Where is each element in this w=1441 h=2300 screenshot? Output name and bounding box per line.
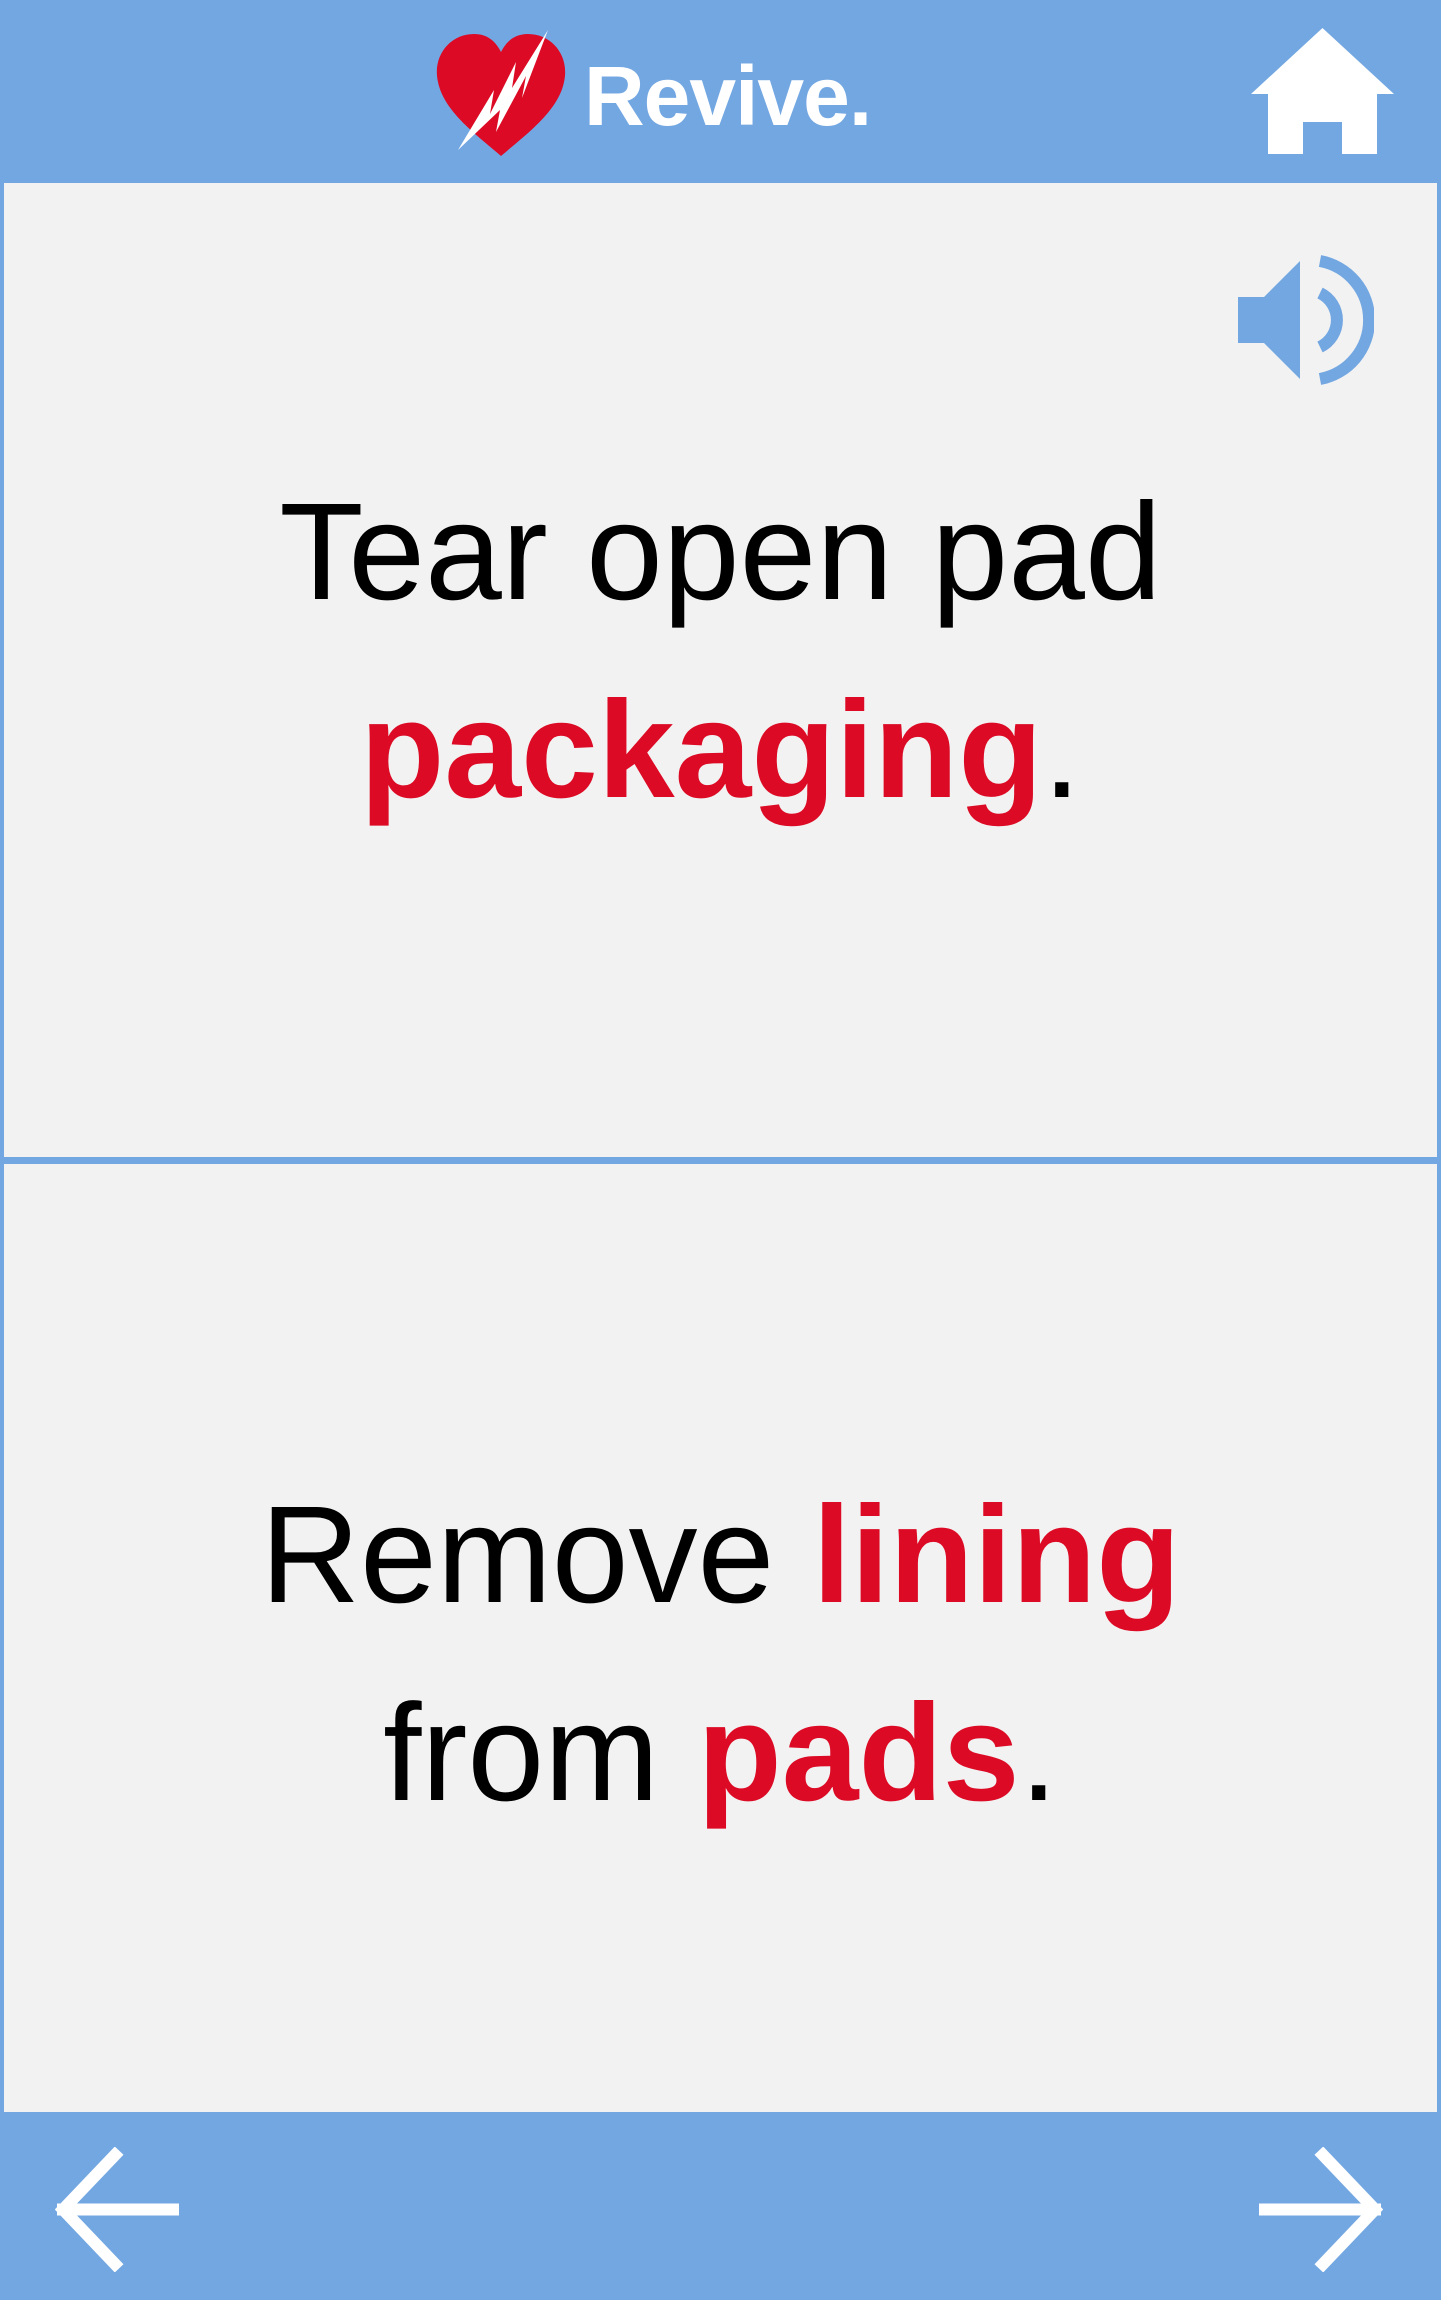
highlight-word: packaging [360,673,1043,827]
instruction-line: Remove lining [4,1456,1437,1654]
instruction-panel-2: Remove lining from pads. [4,1164,1437,2112]
audio-button[interactable] [1234,253,1374,387]
arrow-left-icon [55,2147,179,2272]
nav-footer [0,2112,1441,2300]
arrow-right-icon [1259,2147,1383,2272]
instruction-panel-1: Tear open pad packaging. [4,183,1437,1157]
speaker-icon [1238,255,1374,385]
instruction-word: Remove [260,1478,813,1632]
home-icon [1251,28,1394,154]
heart-lightning-icon [436,30,566,156]
punctuation: . [1042,673,1081,827]
punctuation: . [1019,1676,1058,1830]
instruction-text-1: Tear open pad packaging. [4,453,1437,849]
back-button[interactable] [55,2147,180,2272]
instruction-text-2: Remove lining from pads. [4,1456,1437,1852]
instruction-line: from pads. [4,1654,1437,1852]
app-header: Revive. [0,0,1441,183]
app-name: Revive. [584,48,872,143]
highlight-word: pads [697,1676,1020,1830]
instruction-line: Tear open pad [279,475,1162,629]
instruction-word: from [383,1676,698,1830]
home-button[interactable] [1245,22,1400,160]
app-logo: Revive. [430,28,872,163]
instruction-line: packaging. [4,651,1437,849]
highlight-word: lining [812,1478,1181,1632]
next-button[interactable] [1258,2147,1383,2272]
